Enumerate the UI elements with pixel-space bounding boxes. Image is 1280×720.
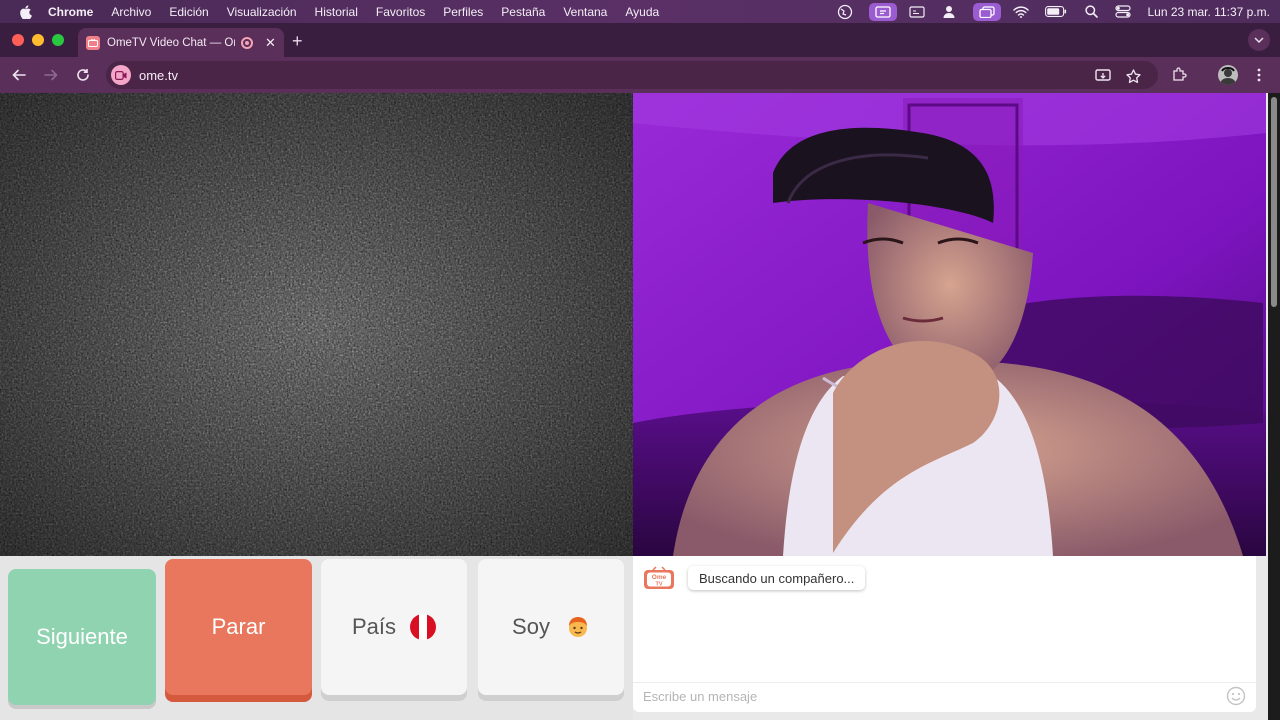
gender-filter-button[interactable]: Soy (478, 559, 624, 695)
next-button[interactable]: Siguiente (8, 569, 156, 705)
logo-text-top: Ome (652, 574, 667, 581)
emoji-picker-icon[interactable] (1226, 686, 1246, 706)
site-info-icon[interactable] (111, 65, 131, 85)
ometv-favicon (86, 35, 100, 50)
status-message-text: Buscando un compañero... (699, 570, 855, 586)
forward-arrow-icon[interactable] (42, 66, 60, 84)
remote-video-stream (633, 93, 1266, 556)
apple-icon[interactable] (18, 4, 32, 19)
control-center-icon[interactable] (1115, 5, 1132, 19)
status-message-bubble: Buscando un compañero... (688, 566, 866, 590)
caption-icon[interactable] (909, 5, 926, 19)
boy-emoji-icon (566, 615, 590, 639)
peru-flag-icon (410, 614, 437, 640)
menu-visualizacion[interactable]: Visualización (227, 5, 297, 19)
url-text[interactable]: ome.tv (139, 68, 178, 83)
country-button-label: País (351, 614, 397, 639)
menubar-clock[interactable]: Lun 23 mar. 11:37 p.m. (1147, 5, 1270, 19)
cast-icon[interactable] (1094, 67, 1112, 85)
menu-archivo[interactable]: Archivo (111, 5, 151, 19)
profile-avatar[interactable] (1218, 65, 1238, 85)
address-bar[interactable]: ome.tv (106, 61, 1158, 89)
stop-button-label: Parar (211, 614, 266, 639)
menu-app-name[interactable]: Chrome (48, 5, 93, 19)
browser-menu-icon[interactable] (1250, 66, 1268, 84)
country-filter-button[interactable]: País (321, 559, 467, 695)
chat-panel: Ome TV Buscando un compañero... (633, 556, 1256, 712)
new-tab-icon[interactable]: + (292, 31, 303, 52)
message-input[interactable] (643, 684, 1213, 708)
gender-button-label: Soy (512, 614, 550, 639)
wifi-icon[interactable] (1013, 5, 1030, 19)
extensions-puzzle-icon[interactable] (1170, 66, 1188, 84)
menu-edicion[interactable]: Edición (169, 5, 208, 19)
maximize-window-button[interactable] (52, 34, 64, 46)
browser-tab-strip: OmeTV Video Chat — Ome ✕ + (0, 23, 1280, 57)
window-switcher-icon[interactable] (973, 2, 1002, 21)
chat-divider (633, 682, 1256, 683)
tab-title: OmeTV Video Chat — Ome (107, 36, 235, 49)
ometv-page: Siguiente Parar País Soy Ome TV Buscando… (0, 93, 1268, 720)
menu-ventana[interactable]: Ventana (563, 5, 607, 19)
scrollbar-thumb[interactable] (1271, 97, 1277, 307)
menu-historial[interactable]: Historial (315, 5, 358, 19)
browser-tab-active[interactable]: OmeTV Video Chat — Ome ✕ (78, 28, 284, 57)
chat-controls: Siguiente Parar País Soy (0, 556, 633, 720)
macos-menu-bar: Chrome Archivo Edición Visualización His… (0, 0, 1280, 23)
user-icon[interactable] (941, 5, 957, 19)
close-window-button[interactable] (12, 34, 24, 46)
globe-icon[interactable] (837, 4, 853, 19)
local-video-static (0, 93, 633, 556)
logo-text-bottom: TV (655, 582, 662, 588)
ometv-logo-icon: Ome TV (643, 566, 675, 590)
menu-favoritos[interactable]: Favoritos (376, 5, 425, 19)
screen-share-icon[interactable] (869, 2, 898, 21)
battery-icon[interactable] (1045, 5, 1067, 19)
next-button-label: Siguiente (36, 624, 128, 649)
page-scrollbar[interactable] (1268, 93, 1280, 720)
bookmark-star-icon[interactable] (1124, 67, 1142, 85)
browser-toolbar: ome.tv (0, 57, 1280, 93)
menu-pestana[interactable]: Pestaña (501, 5, 545, 19)
menu-ayuda[interactable]: Ayuda (625, 5, 659, 19)
menu-perfiles[interactable]: Perfiles (443, 5, 483, 19)
minimize-window-button[interactable] (32, 34, 44, 46)
tab-search-icon[interactable] (1248, 29, 1270, 51)
reload-icon[interactable] (74, 66, 92, 84)
spotlight-search-icon[interactable] (1083, 5, 1099, 19)
close-tab-icon[interactable]: ✕ (265, 35, 276, 51)
stop-button[interactable]: Parar (165, 559, 312, 695)
recording-indicator-icon (241, 36, 253, 49)
back-arrow-icon[interactable] (10, 66, 28, 84)
